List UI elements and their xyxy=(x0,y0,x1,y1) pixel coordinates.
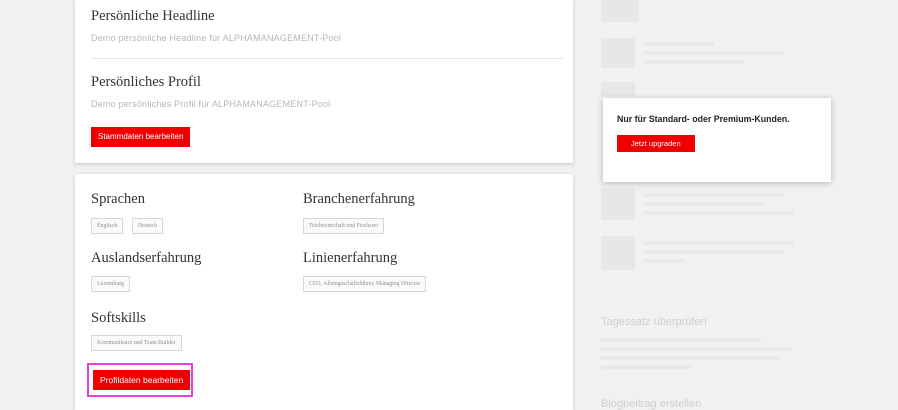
skills-card: Sprachen Englisch Deutsch Branchenerfahr… xyxy=(75,174,573,410)
profile-text: Demo persönliches Profil für ALPHAMANAGE… xyxy=(91,99,331,109)
placeholder-image xyxy=(601,188,635,220)
placeholder-line xyxy=(601,338,761,342)
languages-title: Sprachen xyxy=(91,191,145,207)
placeholder-line xyxy=(601,347,791,351)
placeholder-line xyxy=(601,365,691,369)
line-experience-tag: CEO, Alleingeschäftsführer, Managing Dir… xyxy=(303,276,427,292)
placeholder-image xyxy=(601,82,635,96)
upgrade-card: Nur für Standard- oder Premium-Kunden. J… xyxy=(603,98,831,182)
placeholder-image xyxy=(601,38,635,68)
language-tag: Deutsch xyxy=(132,218,163,234)
placeholder-line xyxy=(644,211,794,215)
profile-card: Persönliche Headline Demo persönliche He… xyxy=(75,0,573,163)
divider xyxy=(91,58,563,59)
industry-title: Branchenerfahrung xyxy=(303,191,415,207)
upgrade-title: Nur für Standard- oder Premium-Kunden. xyxy=(617,114,790,124)
line-experience-title: Linienerfahrung xyxy=(303,250,398,266)
placeholder-line xyxy=(644,51,784,55)
softskills-title: Softskills xyxy=(91,310,146,326)
headline-title: Persönliche Headline xyxy=(91,8,215,24)
placeholder-line xyxy=(644,241,794,245)
daily-rate-heading: Tagessatz überprüfen xyxy=(601,316,707,328)
placeholder-line xyxy=(644,250,784,254)
blog-heading: Blogbeitrag erstellen xyxy=(601,398,702,410)
softskill-tag: Kommunikator und Team Builder xyxy=(91,335,182,351)
placeholder-line xyxy=(601,356,781,360)
placeholder-image xyxy=(601,0,639,22)
placeholder-line xyxy=(644,259,684,263)
placeholder-line xyxy=(644,42,714,46)
placeholder-line xyxy=(644,193,784,197)
profile-title: Persönliches Profil xyxy=(91,74,201,90)
edit-profile-button[interactable]: Profildaten bearbeiten xyxy=(93,370,191,390)
placeholder-line xyxy=(644,60,744,64)
industry-tag: Teichwirtschaft und Fischerei xyxy=(303,218,384,234)
placeholder-image xyxy=(601,236,635,270)
abroad-title: Auslandserfahrung xyxy=(91,250,202,266)
headline-text: Demo persönliche Headline für ALPHAMANAG… xyxy=(91,33,342,43)
placeholder-line xyxy=(644,202,764,206)
abroad-tag: Luxemburg xyxy=(91,276,130,292)
edit-master-data-button[interactable]: Stammdaten bearbeiten xyxy=(91,127,191,147)
language-tag: Englisch xyxy=(91,218,124,234)
upgrade-button[interactable]: Jetzt upgraden xyxy=(617,135,695,152)
